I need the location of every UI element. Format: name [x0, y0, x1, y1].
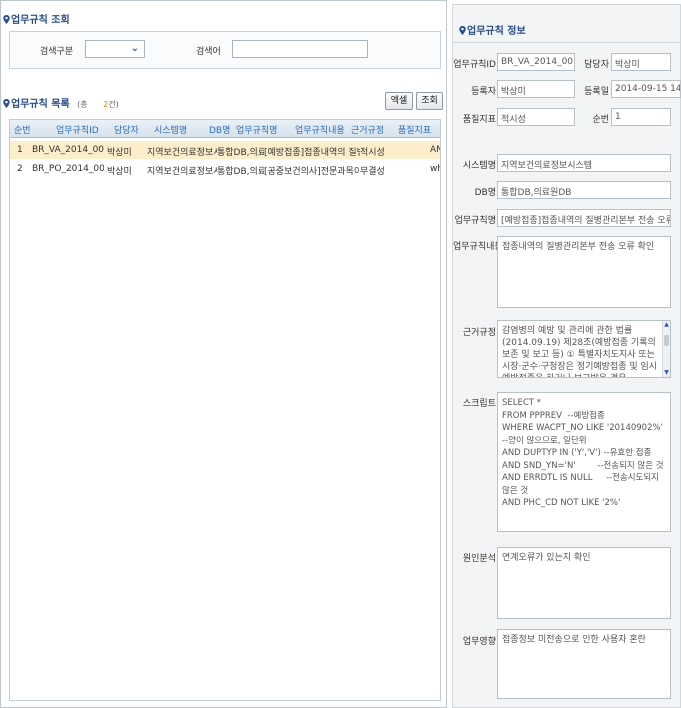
cell-indicator: 적시성 [360, 148, 385, 158]
cell-no: 2 [17, 164, 23, 174]
system-label: 시스템명 [462, 161, 496, 171]
column-header[interactable]: 시스템명 [154, 123, 187, 136]
seq-label: 순번 [592, 115, 609, 125]
registrant-field[interactable]: 박상미 [497, 80, 575, 98]
column-header[interactable]: 품질지표 [398, 123, 431, 136]
rule-id-field[interactable]: BR_VA_2014_001 [497, 53, 575, 71]
column-header[interactable]: 업무규칙명 [236, 123, 277, 136]
cell-id: BR_VA_2014_001 [32, 145, 104, 155]
detail-title-text: 업무규칙 정보 [467, 26, 526, 37]
cell-db: 통합DB,의료원DB [217, 167, 264, 177]
rule-name-field[interactable]: [예방접종]접종내역의 질병관리본부 전송 오류 확인 [497, 209, 671, 227]
db-field[interactable]: 통합DB,의료원DB [497, 181, 671, 199]
indicator-field[interactable]: 적시성 [497, 108, 575, 126]
chevron-down-icon: ⌄ [130, 43, 139, 54]
detail-section-title: 업무규칙 정보 [459, 22, 526, 37]
search-type-select[interactable]: ⌄ [85, 40, 145, 58]
owner-label: 담당자 [584, 60, 609, 70]
registrant-label: 등록자 [471, 87, 496, 97]
column-header[interactable]: 업무규칙ID [56, 123, 99, 136]
cause-textarea[interactable]: 연계오류가 있는지 확인 [497, 547, 671, 619]
column-header[interactable]: 담당자 [114, 123, 139, 136]
search-title-text: 업무규칙 조회 [11, 15, 70, 26]
cell-owner: 박상미 [107, 167, 132, 177]
column-header[interactable]: DB명 [209, 123, 230, 136]
map-pin-icon [3, 15, 10, 24]
db-label: DB명 [474, 188, 496, 198]
cell-extra: ANI [430, 145, 440, 155]
owner-field[interactable]: 박상미 [611, 53, 671, 71]
reg-date-label: 등록일 [584, 87, 609, 97]
seq-field[interactable]: 1 [611, 108, 671, 126]
indicator-label: 품질지표 [462, 115, 496, 125]
impact-textarea[interactable]: 접종정보 미전송으로 인한 사용자 혼란 [497, 629, 671, 699]
cell-db: 통합DB,의료원DB [217, 148, 264, 158]
cell-indicator: 무결성 [360, 167, 385, 177]
scroll-up-icon[interactable]: ▲ [663, 321, 670, 329]
table-row[interactable]: 1 BR_VA_2014_001 박상미 지역보건의료정보시스템 통합DB,의료… [10, 141, 440, 159]
regulation-text: 감염병의 예방 및 관리에 관한 법률(2014.09.19) 제28조(예방접… [502, 326, 658, 377]
cell-rule-name: [공중보건의사]전문과목이 한 개인 업무 규칙 [264, 167, 360, 177]
cell-system: 지역보건의료정보시스템 [147, 148, 217, 158]
rule-name-label: 업무규칙명 [454, 216, 496, 226]
query-button[interactable]: 조회 [416, 92, 443, 110]
map-pin-icon [3, 99, 10, 108]
scroll-down-icon[interactable]: ▼ [663, 369, 670, 377]
rule-content-label: 업무규칙내용 [453, 242, 503, 252]
rule-detail-panel: 업무규칙 정보 업무규칙ID BR_VA_2014_001 담당자 박상미 등록… [452, 4, 681, 708]
cell-rule-name: [예방접종]접종내역의 질병관리본부 전송 오류 확인 [264, 148, 360, 158]
list-title-text: 업무규칙 목록 [11, 99, 70, 110]
list-count-prefix: (총 [77, 100, 88, 109]
script-textarea[interactable]: SELECT * FROM PPPREV --예방접종 WHERE WACPT_… [497, 392, 671, 532]
system-field[interactable]: 지역보건의료정보시스템 [497, 154, 671, 172]
list-section-title: 업무규칙 목록 (총 2건) [3, 95, 119, 110]
regulation-textarea[interactable]: 감염병의 예방 및 관리에 관한 법률(2014.09.19) 제28조(예방접… [497, 320, 671, 378]
scroll-thumb[interactable] [664, 335, 669, 346]
cell-no: 1 [17, 145, 23, 155]
divider [453, 42, 681, 43]
cell-owner: 박상미 [107, 148, 132, 158]
impact-label: 업무영향 [462, 637, 496, 647]
reg-date-field[interactable]: 2014-09-15 14:46 [611, 80, 681, 98]
column-header[interactable]: 근거규정 [351, 123, 384, 136]
cell-extra: wh [430, 164, 440, 174]
regulation-label: 근거규정 [462, 328, 496, 338]
rule-list-panel: 업무규칙 조회 검색구분 ⌄ 검색어 업무규칙 목록 (총 2건) 엑셀 조회 … [0, 0, 447, 708]
search-form: 검색구분 ⌄ 검색어 [9, 31, 441, 69]
list-count-suffix: 건) [108, 100, 119, 109]
excel-button[interactable]: 엑셀 [385, 92, 413, 110]
rule-content-textarea[interactable]: 접종내역의 질병관리본부 전송 오류 확인 [497, 236, 671, 308]
cell-id: BR_PO_2014_001 [32, 164, 104, 174]
rule-id-label: 업무규칙ID [453, 60, 496, 70]
search-keyword-label: 검색어 [196, 47, 221, 57]
search-section-title: 업무규칙 조회 [3, 11, 70, 26]
rule-table: 순번 업무규칙ID 담당자 시스템명 DB명 업무규칙명 업무규칙내용 근거규정… [9, 119, 441, 701]
search-type-label: 검색구분 [40, 47, 74, 57]
cell-system: 지역보건의료정보시스템 [147, 167, 217, 177]
column-header[interactable]: 순번 [14, 123, 31, 136]
cause-label: 원인분석 [462, 554, 496, 564]
column-header[interactable]: 업무규칙내용 [295, 123, 345, 136]
script-label: 스크립트 [462, 399, 496, 409]
map-pin-icon [459, 26, 466, 35]
table-header: 순번 업무규칙ID 담당자 시스템명 DB명 업무규칙명 업무규칙내용 근거규정… [10, 120, 440, 138]
regulation-scrollbar[interactable]: ▲ ▼ [662, 321, 670, 377]
table-row[interactable]: 2 BR_PO_2014_001 박상미 지역보건의료정보시스템 통합DB,의료… [10, 160, 440, 178]
search-keyword-input[interactable] [232, 40, 368, 58]
